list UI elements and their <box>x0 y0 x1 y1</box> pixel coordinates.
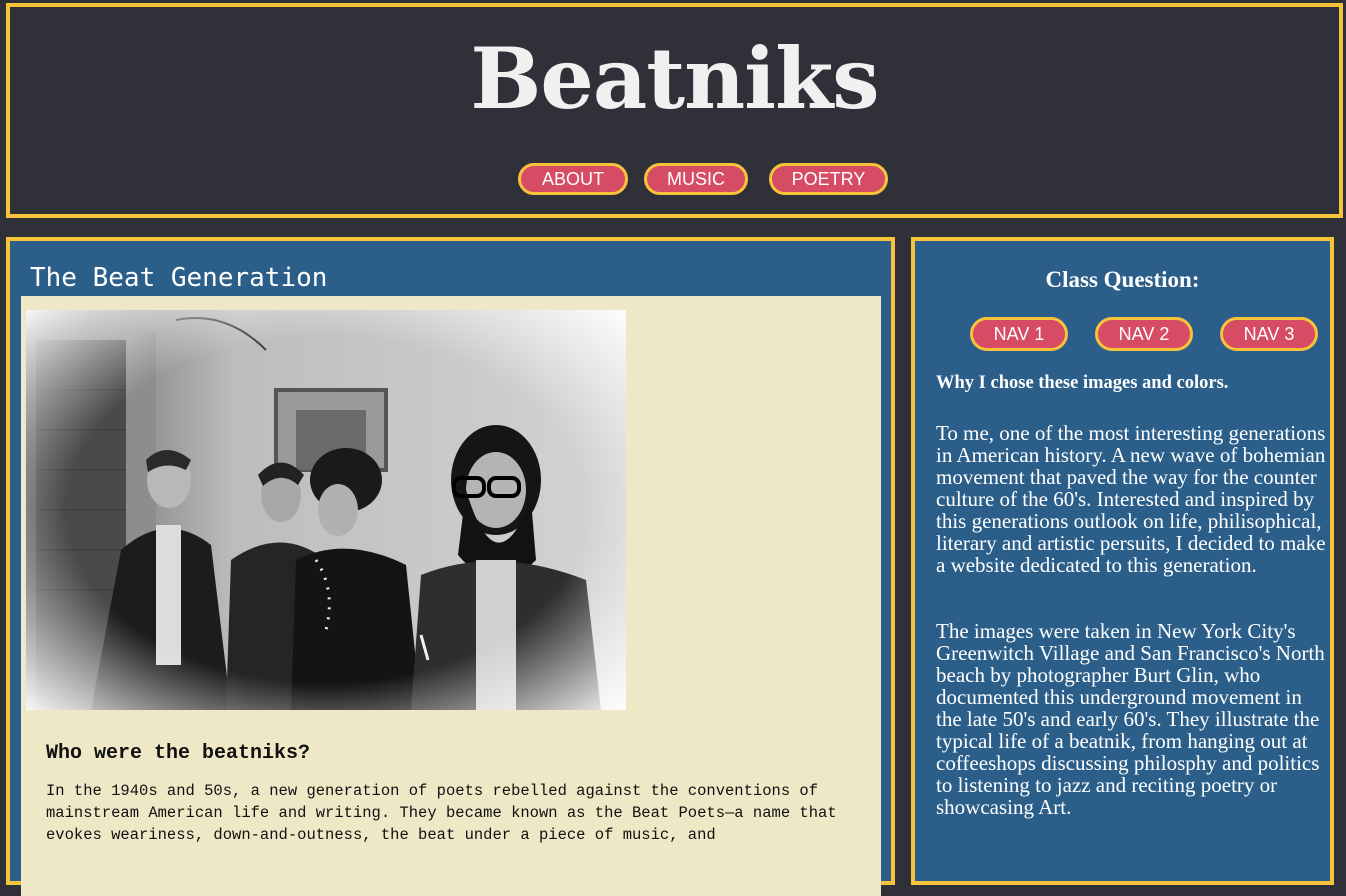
nav-about-button[interactable]: ABOUT <box>518 163 628 195</box>
nav-2-button[interactable]: NAV 2 <box>1095 317 1193 351</box>
nav-poetry-button[interactable]: POETRY <box>769 163 888 195</box>
section-body-text: In the 1940s and 50s, a new generation o… <box>46 782 837 844</box>
nav-1-button[interactable]: NAV 1 <box>970 317 1068 351</box>
section-subheading: Who were the beatniks? <box>46 742 311 765</box>
content-area: Who were the beatniks? In the 1940s and … <box>21 296 881 896</box>
nav-3-button[interactable]: NAV 3 <box>1220 317 1318 351</box>
sidebar-paragraph-2: The images were taken in New York City's… <box>936 619 1325 819</box>
sidebar-heading: Class Question: <box>1045 267 1200 292</box>
main-panel: The Beat Generation Who were the beatnik… <box>6 237 895 896</box>
main-heading: The Beat Generation <box>30 263 328 293</box>
nav-music-button[interactable]: MUSIC <box>644 163 748 195</box>
sidebar-subheading: Why I chose these images and colors. <box>936 373 1229 393</box>
beatniks-photo <box>26 310 626 710</box>
sidebar-panel: Class Question: NAV 1 NAV 2 NAV 3 Why I … <box>911 237 1334 885</box>
site-title: Beatniks <box>470 29 879 128</box>
sidebar-paragraph-1: To me, one of the most interesting gener… <box>936 421 1326 577</box>
site-header: Beatniks ABOUT MUSIC POETRY <box>6 3 1343 218</box>
